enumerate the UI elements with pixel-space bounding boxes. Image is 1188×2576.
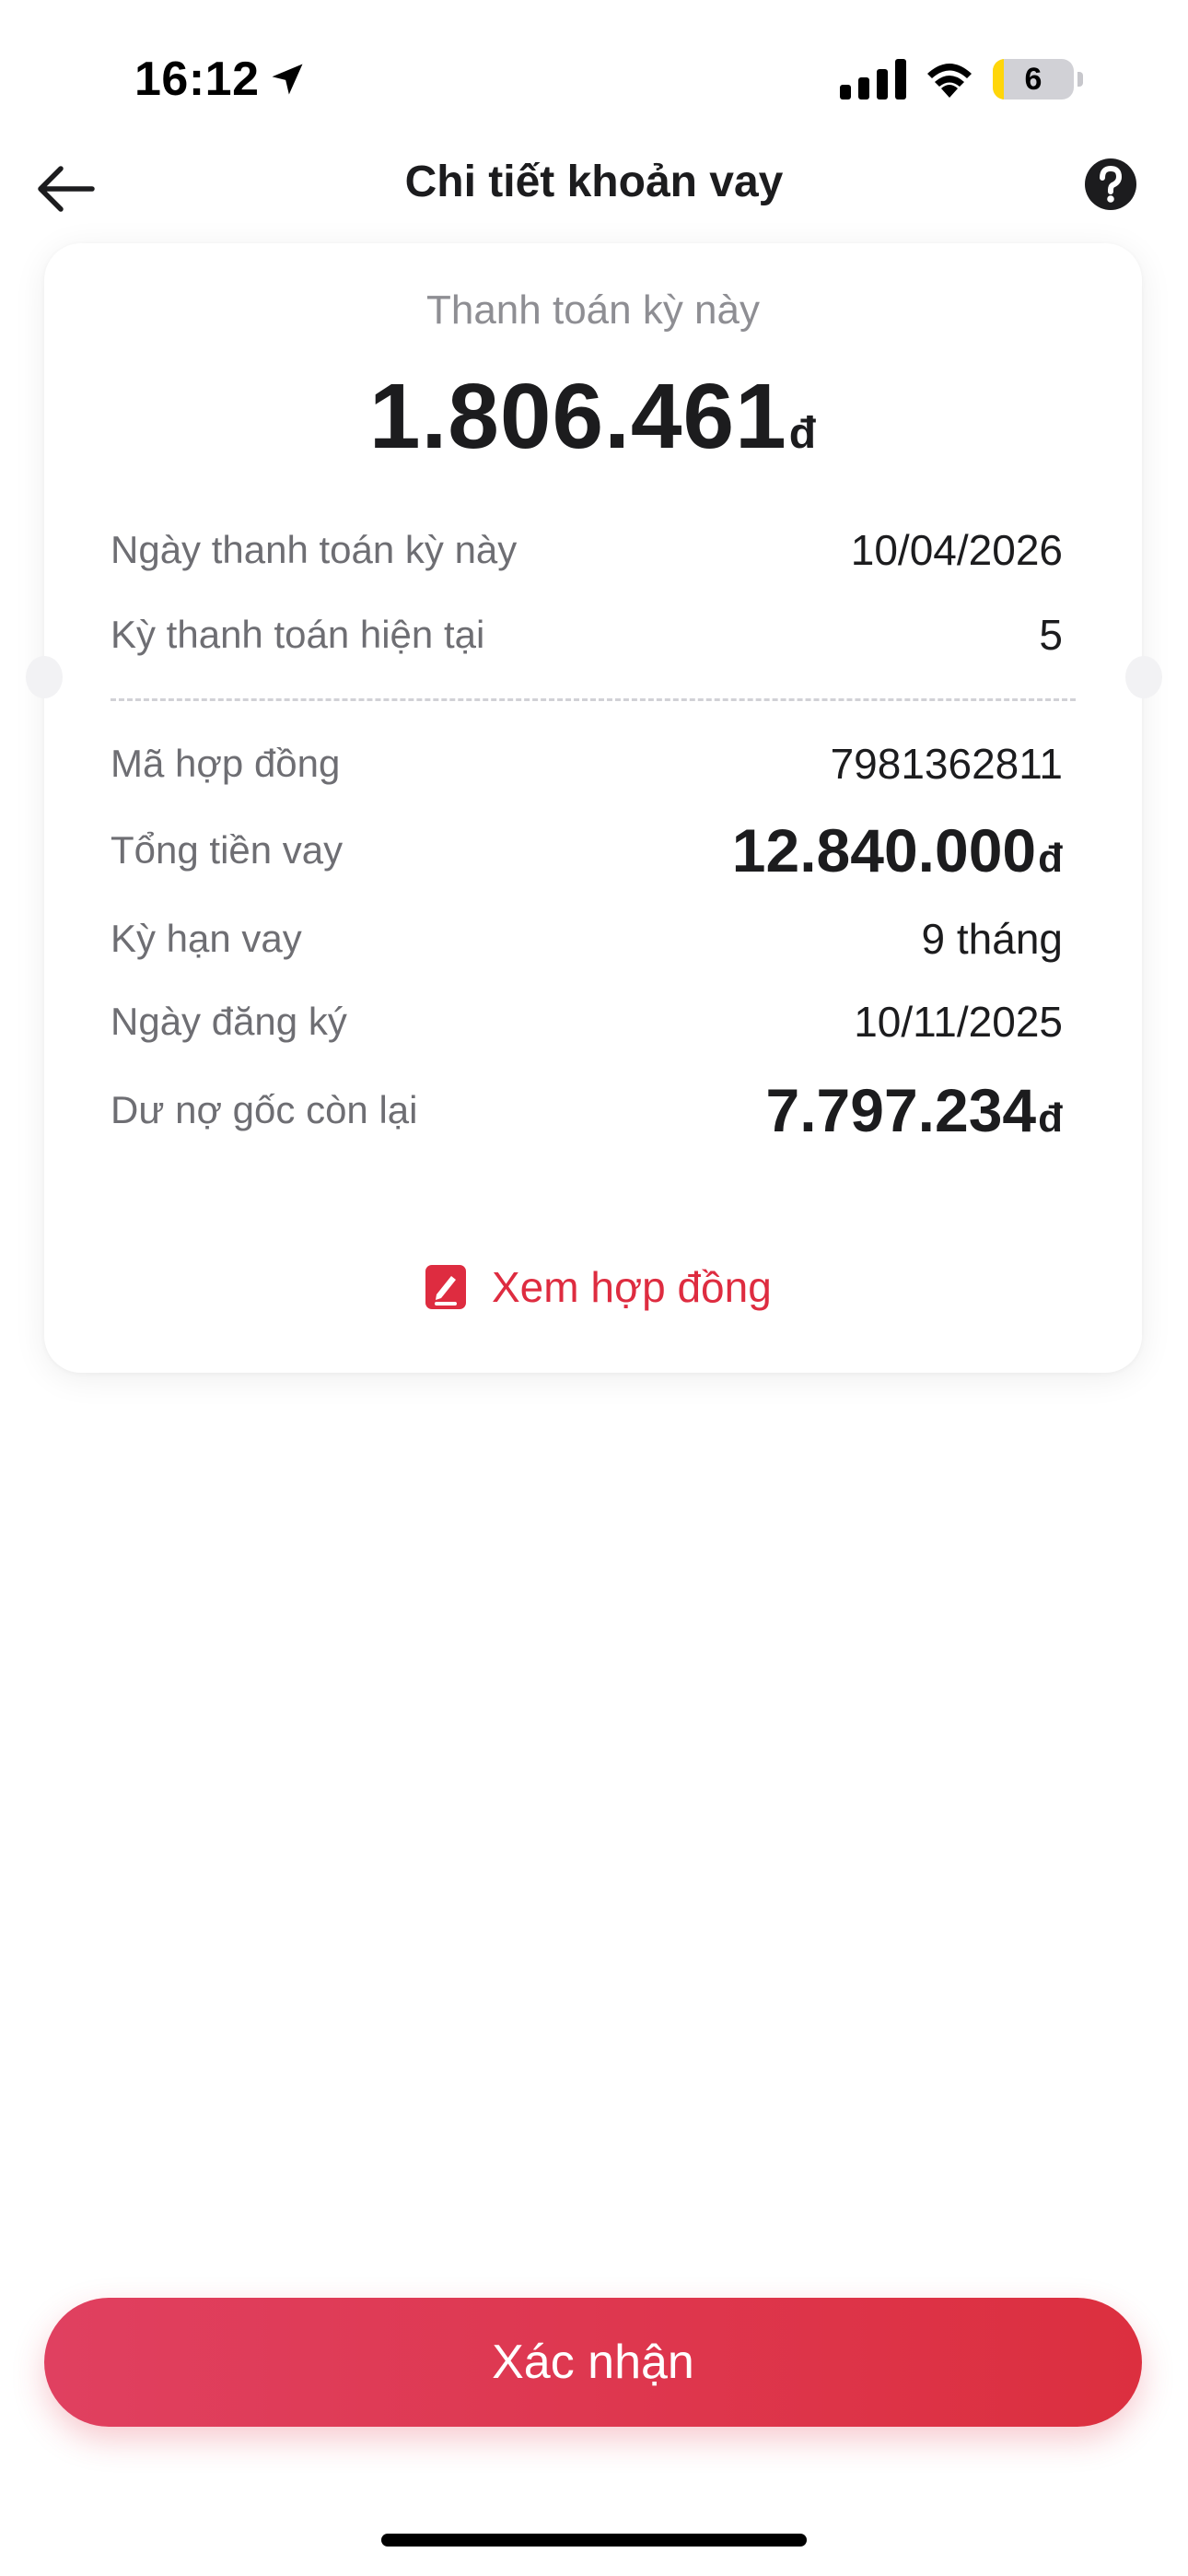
cellular-signal-icon: [840, 59, 906, 100]
location-arrow-icon: [272, 64, 303, 95]
wifi-icon: [927, 64, 972, 98]
battery-body: 6: [993, 59, 1074, 100]
battery-level: 6: [1024, 62, 1042, 97]
total-loan-amount: 12.840.000: [731, 816, 1037, 884]
remaining-principal-label: Dư nợ gốc còn lại: [111, 1088, 418, 1131]
total-loan-label: Tổng tiền vay: [111, 828, 344, 872]
battery-indicator: 6: [993, 57, 1085, 101]
remaining-principal-value: 7.797.234đ: [765, 1078, 1063, 1151]
home-indicator[interactable]: [381, 2534, 807, 2547]
payment-amount-value: 1.806.461: [368, 365, 787, 468]
document-edit-icon: [425, 1265, 466, 1309]
page-title: Chi tiết khoản vay: [404, 158, 784, 206]
current-payment-label: Thanh toán kỳ này: [425, 287, 760, 333]
total-loan-row: Tổng tiền vay 12.840.000đ: [111, 818, 1063, 883]
view-contract-label: Xem hợp đồng: [492, 1263, 772, 1311]
current-payment-amount: 1.806.461đ: [44, 361, 1142, 489]
register-date-value: 10/11/2025: [854, 998, 1063, 1046]
navigation-bar: Chi tiết khoản vay: [0, 138, 1188, 240]
register-date-row: Ngày đăng ký 10/11/2025: [111, 989, 1063, 1054]
loan-term-value: 9 tháng: [921, 915, 1063, 963]
battery-cap: [1077, 72, 1083, 87]
ticket-notch-right: [1125, 656, 1162, 698]
currency-symbol: đ: [1038, 836, 1063, 881]
confirm-button[interactable]: Xác nhận: [44, 2298, 1142, 2427]
loan-term-row: Kỳ hạn vay 9 tháng: [111, 907, 1063, 971]
status-bar: 16:12 6: [0, 0, 1188, 138]
contract-id-label: Mã hợp đồng: [111, 742, 341, 785]
loan-term-label: Kỳ hạn vay: [111, 917, 302, 960]
total-loan-value: 12.840.000đ: [732, 818, 1063, 891]
payment-date-row: Ngày thanh toán kỳ này 10/04/2026: [111, 518, 1063, 582]
loan-detail-screen: 16:12 6 Chi tiết khoản vay Thanh toán kỳ…: [0, 0, 1188, 2576]
current-period-value: 5: [1039, 611, 1063, 659]
remaining-principal-row: Dư nợ gốc còn lại 7.797.234đ: [111, 1078, 1063, 1142]
contract-id-value: 7981362811: [830, 740, 1063, 788]
dashed-divider: [111, 698, 1076, 701]
current-period-row: Kỳ thanh toán hiện tại 5: [111, 603, 1063, 667]
currency-symbol: đ: [1038, 1095, 1063, 1141]
current-period-label: Kỳ thanh toán hiện tại: [111, 613, 485, 656]
ticket-notch-left: [26, 656, 63, 698]
status-time: 16:12: [134, 53, 260, 106]
remaining-principal-amount: 7.797.234: [765, 1076, 1037, 1144]
view-contract-link[interactable]: Xem hợp đồng: [424, 1253, 772, 1321]
payment-date-value: 10/04/2026: [850, 526, 1063, 574]
help-icon[interactable]: [1083, 157, 1138, 212]
register-date-label: Ngày đăng ký: [111, 1000, 347, 1043]
currency-symbol: đ: [788, 409, 818, 458]
payment-date-label: Ngày thanh toán kỳ này: [111, 528, 518, 571]
contract-id-row: Mã hợp đồng 7981362811: [111, 732, 1063, 796]
